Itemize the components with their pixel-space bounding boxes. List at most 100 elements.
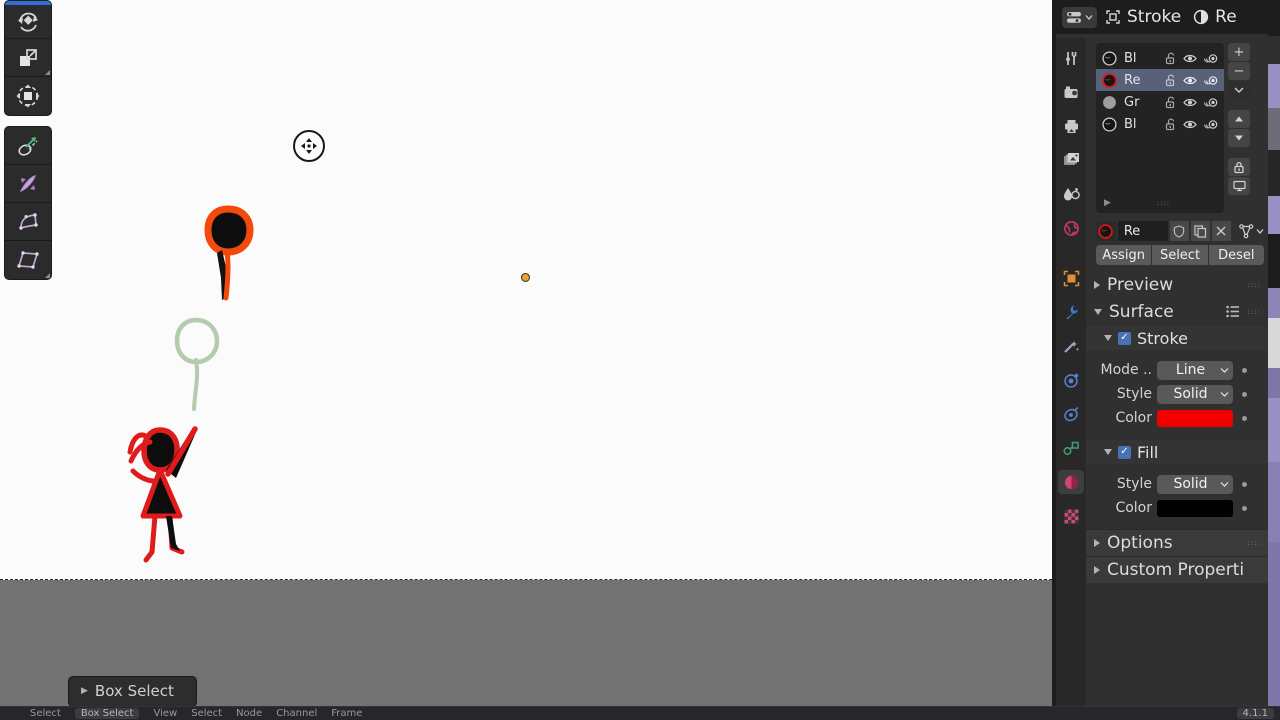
tab-view-layer[interactable]: [1058, 148, 1084, 172]
resize-grip-icon[interactable]: ::::: [1157, 200, 1170, 207]
tool-transform[interactable]: [5, 77, 51, 115]
tool-rotate[interactable]: [5, 1, 51, 39]
tab-output[interactable]: [1058, 114, 1084, 138]
material-datablock-row[interactable]: Re: [1096, 221, 1264, 241]
properties-tab-strip[interactable]: [1056, 38, 1086, 706]
tab-constraints[interactable]: [1058, 436, 1084, 460]
assign-select-row[interactable]: Assign Select Desel: [1096, 245, 1264, 265]
fill-subpanel-header[interactable]: ✓ Fill: [1086, 440, 1268, 464]
statusbar-right[interactable]: 4.1.1: [1236, 708, 1274, 719]
statusbar-item[interactable]: Channel: [276, 708, 317, 719]
fake-user-button[interactable]: [1169, 221, 1189, 241]
eye-icon[interactable]: [1183, 118, 1197, 131]
filter-expand-icon[interactable]: ▶: [1104, 198, 1111, 208]
material-slot-toggles[interactable]: [1164, 96, 1218, 109]
panel-grip-icon[interactable]: ::::: [1248, 281, 1261, 288]
stroke-color-swatch[interactable]: [1157, 409, 1233, 427]
object-origin-dot[interactable]: [521, 273, 530, 282]
tab-physics[interactable]: [1058, 402, 1084, 426]
move-slot-up-button[interactable]: [1228, 110, 1250, 128]
last-operator-panel[interactable]: ▶ Box Select: [68, 676, 197, 706]
material-slot-row[interactable]: Re: [1096, 69, 1224, 91]
new-material-button[interactable]: [1190, 221, 1210, 241]
eye-icon[interactable]: [1183, 74, 1197, 87]
tool-to-sphere[interactable]: [5, 241, 51, 279]
assign-button[interactable]: Assign: [1096, 245, 1152, 265]
statusbar-item[interactable]: Node: [236, 708, 262, 719]
slot-list-footer[interactable]: ▶ ::::: [1096, 195, 1224, 211]
material-slot-row[interactable]: Bl: [1096, 113, 1224, 135]
fill-style-dropdown[interactable]: Solid: [1157, 474, 1233, 494]
surface-panel-header[interactable]: Surface ::::: [1086, 298, 1268, 325]
statusbar-item[interactable]: Box Select: [74, 708, 140, 719]
viewport-toolbar[interactable]: [4, 0, 52, 290]
animate-property-dot[interactable]: [1242, 391, 1247, 397]
eye-icon[interactable]: [1183, 96, 1197, 109]
background-editor-sliver[interactable]: [1268, 0, 1280, 706]
display-material-button[interactable]: [1228, 177, 1250, 195]
tab-modifiers[interactable]: [1058, 300, 1084, 324]
tab-tool[interactable]: [1058, 46, 1084, 70]
options-panel-header[interactable]: Options ::::: [1086, 529, 1268, 556]
tab-material[interactable]: [1058, 470, 1084, 494]
material-node-tree-button[interactable]: [1238, 221, 1264, 241]
editor-type-selector[interactable]: [1062, 6, 1097, 28]
statusbar-item[interactable]: Select: [30, 708, 61, 719]
viewport[interactable]: ▶ Box Select: [0, 0, 1052, 706]
unlock-icon[interactable]: [1164, 74, 1177, 87]
tab-render[interactable]: [1058, 80, 1084, 104]
statusbar-item[interactable]: View: [153, 708, 177, 719]
stroke-enabled-checkbox[interactable]: ✓: [1118, 331, 1131, 345]
material-datablock-icon[interactable]: [1096, 221, 1116, 241]
animate-property-dot[interactable]: [1242, 505, 1247, 511]
unlock-icon[interactable]: [1164, 96, 1177, 109]
statusbar-item[interactable]: Frame: [331, 708, 362, 719]
panel-grip-icon[interactable]: ::::: [1248, 308, 1261, 315]
animate-property-dot[interactable]: [1242, 415, 1247, 421]
status-bar[interactable]: Select Box Select View Select Node Chann…: [0, 706, 1280, 720]
render-visibility-icon[interactable]: [1203, 52, 1218, 65]
material-slot-list[interactable]: Bl Re Gr Bl ▶::::: [1096, 43, 1224, 213]
material-name-field[interactable]: Re: [1117, 221, 1168, 241]
move-gizmo[interactable]: [293, 130, 325, 162]
material-slot-row[interactable]: Gr: [1096, 91, 1224, 113]
deselect-button[interactable]: Desel: [1208, 245, 1264, 265]
unlock-icon[interactable]: [1164, 118, 1177, 131]
tool-scale[interactable]: [5, 39, 51, 77]
render-visibility-icon[interactable]: [1203, 74, 1218, 87]
material-slot-toggles[interactable]: [1164, 52, 1218, 65]
panel-grip-icon[interactable]: ::::: [1248, 540, 1261, 547]
select-button[interactable]: Select: [1152, 245, 1208, 265]
fill-enabled-checkbox[interactable]: ✓: [1118, 445, 1131, 459]
fill-color-swatch[interactable]: [1157, 499, 1233, 517]
tool-interpolate[interactable]: [5, 127, 51, 165]
tab-object[interactable]: [1058, 266, 1084, 290]
unlink-material-button[interactable]: [1211, 221, 1231, 241]
material-slot-toggles[interactable]: [1164, 74, 1218, 87]
breadcrumb-object[interactable]: Stroke: [1105, 7, 1181, 27]
move-slot-down-button[interactable]: [1228, 129, 1250, 147]
add-material-slot-button[interactable]: +: [1228, 43, 1250, 61]
custom-properties-panel-header[interactable]: Custom Properti: [1086, 556, 1268, 583]
material-slot-row[interactable]: Bl: [1096, 47, 1224, 69]
render-visibility-icon[interactable]: [1203, 118, 1218, 131]
tab-particles[interactable]: [1058, 368, 1084, 392]
list-icon[interactable]: [1225, 305, 1240, 318]
stroke-mode-dropdown[interactable]: Line: [1157, 360, 1233, 380]
material-slot-toggles[interactable]: [1164, 118, 1218, 131]
drawing-canvas[interactable]: [0, 0, 1052, 580]
lock-material-button[interactable]: [1228, 158, 1250, 176]
tab-scene[interactable]: [1058, 182, 1084, 206]
animate-property-dot[interactable]: [1242, 481, 1247, 487]
breadcrumb-material[interactable]: Re: [1193, 7, 1237, 27]
stroke-style-dropdown[interactable]: Solid: [1157, 384, 1233, 404]
tab-world[interactable]: [1058, 216, 1084, 240]
stroke-subpanel-header[interactable]: ✓ Stroke: [1086, 326, 1268, 350]
statusbar-item[interactable]: Select: [191, 708, 222, 719]
tab-effects[interactable]: [1058, 334, 1084, 358]
render-visibility-icon[interactable]: [1203, 96, 1218, 109]
preview-panel-header[interactable]: Preview ::::: [1086, 271, 1268, 298]
eye-icon[interactable]: [1183, 52, 1197, 65]
tool-shear[interactable]: [5, 165, 51, 203]
material-slot-side-buttons[interactable]: + −: [1228, 43, 1252, 196]
